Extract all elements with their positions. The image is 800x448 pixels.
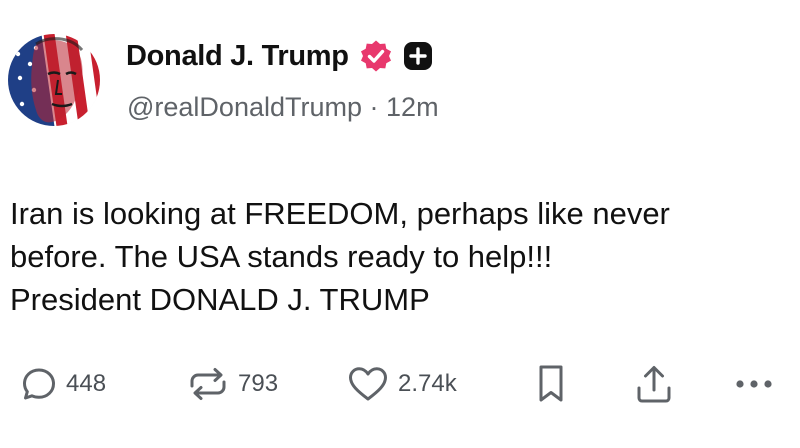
separator-dot: · <box>369 92 379 122</box>
reply-count: 448 <box>66 370 107 397</box>
plus-square-icon <box>403 41 433 71</box>
reply-button[interactable]: 448 <box>20 360 106 408</box>
post-actions-bar: 448 793 2.74k <box>0 360 800 408</box>
share-button[interactable] <box>634 360 674 408</box>
repost-button[interactable]: 793 <box>186 360 278 408</box>
post-timestamp[interactable]: 12m <box>386 92 439 122</box>
verified-check-icon <box>359 39 393 73</box>
more-options-button[interactable] <box>734 360 774 408</box>
more-dots-icon <box>734 374 774 394</box>
author-display-name[interactable]: Donald J. Trump <box>126 40 349 73</box>
author-handle-row: @realDonaldTrump · 12m <box>127 92 439 123</box>
share-upload-icon <box>634 363 674 405</box>
bookmark-button[interactable] <box>534 360 568 408</box>
post-text-line: before. The USA stands ready to help!!! <box>10 239 553 274</box>
heart-icon <box>346 364 390 404</box>
repost-arrows-icon <box>186 364 230 404</box>
like-button[interactable]: 2.74k <box>346 360 457 408</box>
avatar[interactable] <box>8 34 100 126</box>
bookmark-icon <box>534 363 568 405</box>
like-count: 2.74k <box>398 370 457 397</box>
author-handle[interactable]: @realDonaldTrump <box>127 92 362 122</box>
avatar-flag-portrait-icon <box>8 34 100 126</box>
repost-count: 793 <box>238 370 279 397</box>
post-card: Donald J. Trump @realDonaldTrump · 12m I… <box>0 0 800 448</box>
author-name-row: Donald J. Trump <box>126 36 433 76</box>
post-text-line: President DONALD J. TRUMP <box>10 282 430 317</box>
post-text-line: Iran is looking at FREEDOM, perhaps like… <box>10 196 670 231</box>
reply-bubble-icon <box>20 365 58 403</box>
post-body: Iran is looking at FREEDOM, perhaps like… <box>10 192 790 321</box>
